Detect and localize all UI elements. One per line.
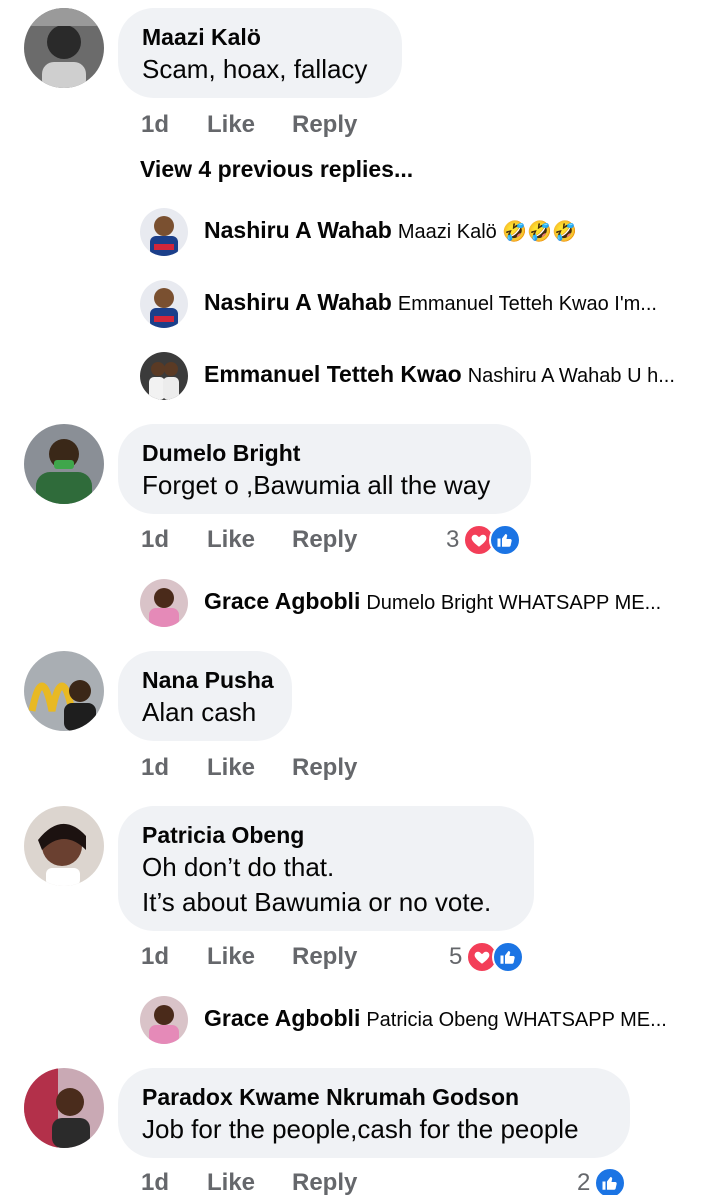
reply-button[interactable]: Reply <box>292 1166 357 1195</box>
reply-author[interactable]: Nashiru A Wahab <box>204 289 392 315</box>
like-button[interactable]: Like <box>207 108 255 142</box>
comment-bubble[interactable]: Maazi Kalö Scam, hoax, fallacy <box>118 8 402 98</box>
like-reaction-icon <box>594 1167 627 1195</box>
avatar[interactable] <box>140 280 188 328</box>
reply-button[interactable]: Reply <box>292 108 357 142</box>
comment-time[interactable]: 1d <box>141 751 169 785</box>
comment-author[interactable]: Paradox Kwame Nkrumah Godson <box>142 1082 606 1112</box>
reply-button[interactable]: Reply <box>292 523 357 557</box>
like-button[interactable]: Like <box>207 751 255 785</box>
comment-author[interactable]: Dumelo Bright <box>142 438 507 468</box>
avatar[interactable] <box>140 352 188 400</box>
comment-actions: 1d Like Reply 3 <box>0 523 720 557</box>
like-button[interactable]: Like <box>207 1166 255 1195</box>
comment-bubble[interactable]: Patricia Obeng Oh don’t do that. It’s ab… <box>118 806 534 931</box>
reply-text: Dumelo Bright WHATSAPP ME... <box>366 592 662 614</box>
reply-button[interactable]: Reply <box>292 940 357 974</box>
reaction-summary[interactable]: 2 <box>577 1166 627 1195</box>
comment-bubble[interactable]: Nana Pusha Alan cash <box>118 651 292 741</box>
reply-author[interactable]: Nashiru A Wahab <box>204 217 392 243</box>
comment-time[interactable]: 1d <box>141 1166 169 1195</box>
comment-author[interactable]: Nana Pusha <box>142 665 274 695</box>
like-button[interactable]: Like <box>207 523 255 557</box>
comment-author[interactable]: Maazi Kalö <box>142 22 378 52</box>
avatar[interactable] <box>24 651 104 731</box>
reaction-count: 2 <box>577 1169 591 1195</box>
comment-actions: 1d Like Reply <box>0 751 720 785</box>
reaction-count: 5 <box>449 943 463 970</box>
view-previous-replies-link[interactable]: View 4 previous replies... <box>140 156 413 183</box>
comment-text: Alan cash <box>142 697 257 727</box>
reply-item[interactable]: Nashiru A Wahab Maazi Kalö 🤣🤣🤣 <box>140 208 700 258</box>
avatar[interactable] <box>24 8 104 88</box>
reply-text: Patricia Obeng WHATSAPP ME... <box>366 1009 667 1031</box>
comment-time[interactable]: 1d <box>141 523 169 557</box>
reply-author[interactable]: Emmanuel Tetteh Kwao <box>204 361 462 387</box>
comment-text: Scam, hoax, fallacy <box>142 54 368 84</box>
like-reaction-icon <box>489 524 522 556</box>
reply-item[interactable]: Grace Agbobli Dumelo Bright WHATSAPP ME..… <box>140 579 700 629</box>
reply-item[interactable]: Grace Agbobli Patricia Obeng WHATSAPP ME.… <box>140 996 700 1046</box>
comment-bubble[interactable]: Dumelo Bright Forget o ,Bawumia all the … <box>118 424 531 514</box>
comment-text: Oh don’t do that. <box>142 852 335 882</box>
reply-author[interactable]: Grace Agbobli <box>204 1005 360 1031</box>
comment-time[interactable]: 1d <box>141 940 169 974</box>
avatar[interactable] <box>24 806 104 886</box>
like-button[interactable]: Like <box>207 940 255 974</box>
reaction-summary[interactable]: 5 <box>449 940 525 974</box>
reply-text: Emmanuel Tetteh Kwao I'm... <box>397 293 657 315</box>
comment-actions: 1d Like Reply <box>0 108 720 142</box>
reply-item[interactable]: Nashiru A Wahab Emmanuel Tetteh Kwao I'm.… <box>140 280 700 330</box>
comment-author[interactable]: Patricia Obeng <box>142 820 510 850</box>
reaction-count: 3 <box>446 526 460 553</box>
reply-item[interactable]: Emmanuel Tetteh Kwao Nashiru A Wahab U h.… <box>140 352 700 402</box>
avatar[interactable] <box>140 579 188 627</box>
avatar[interactable] <box>24 424 104 504</box>
reply-author[interactable]: Grace Agbobli <box>204 588 360 614</box>
comment-time[interactable]: 1d <box>141 108 169 142</box>
comment-actions: 1d Like Reply 2 <box>0 1166 720 1195</box>
comment-text: Forget o ,Bawumia all the way <box>142 470 491 500</box>
comment-text: Job for the people,cash for the people <box>142 1114 579 1144</box>
reaction-summary[interactable]: 3 <box>446 523 522 557</box>
comment-text: It’s about Bawumia or no vote. <box>142 887 492 917</box>
reply-text: Nashiru A Wahab U h... <box>467 365 675 387</box>
avatar[interactable] <box>24 1068 104 1148</box>
reply-button[interactable]: Reply <box>292 751 357 785</box>
avatar[interactable] <box>140 208 188 256</box>
comment-bubble[interactable]: Paradox Kwame Nkrumah Godson Job for the… <box>118 1068 630 1158</box>
reply-text: Maazi Kalö 🤣🤣🤣 <box>397 221 578 243</box>
avatar[interactable] <box>140 996 188 1044</box>
comment-actions: 1d Like Reply 5 <box>0 940 720 974</box>
like-reaction-icon <box>492 941 525 973</box>
